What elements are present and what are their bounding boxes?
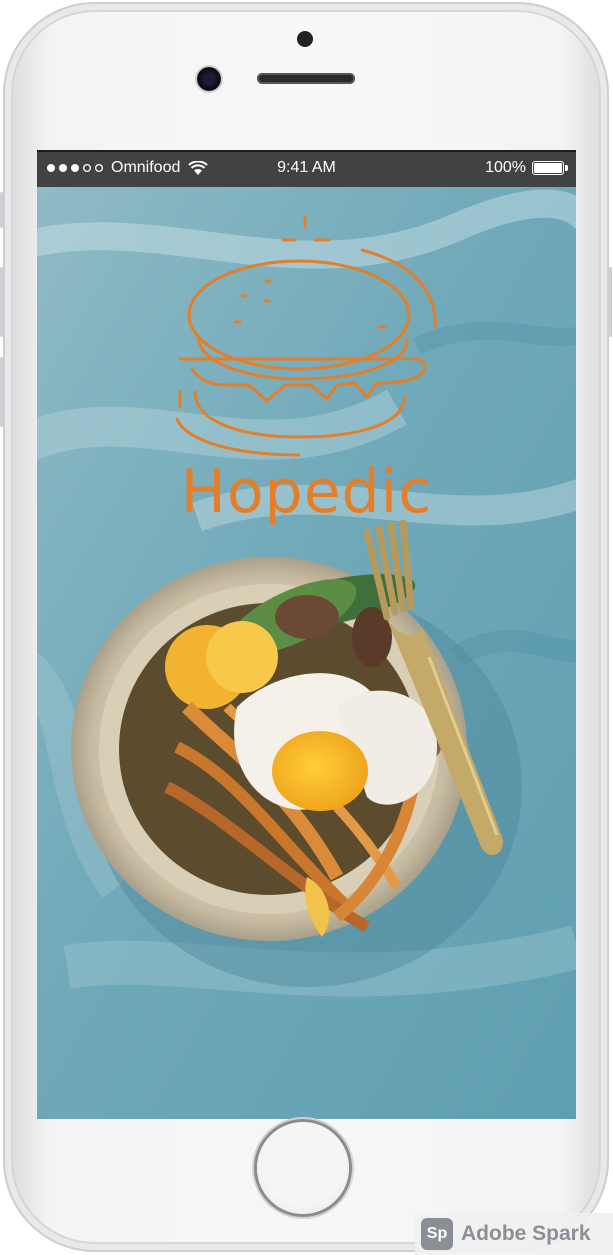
app-screen: Hopedic Omnifood 9:41 AM 100% xyxy=(37,150,576,1119)
earpiece-speaker xyxy=(257,73,355,84)
battery-percent: 100% xyxy=(485,159,526,176)
power-button xyxy=(608,267,612,337)
mute-switch xyxy=(0,192,4,228)
status-right: 100% xyxy=(485,159,568,177)
front-camera xyxy=(197,67,221,91)
adobe-spark-logo-icon: Sp xyxy=(421,1218,453,1250)
watermark-text: Adobe Spark xyxy=(461,1222,591,1245)
brand-name: Hopedic xyxy=(180,457,433,527)
home-button[interactable] xyxy=(257,1122,349,1214)
battery-icon xyxy=(532,161,568,175)
adobe-spark-watermark: Sp Adobe Spark xyxy=(415,1213,613,1255)
top-sensor xyxy=(297,31,313,47)
volume-up-button xyxy=(0,267,4,337)
status-bar: Omnifood 9:41 AM 100% xyxy=(37,150,576,187)
volume-down-button xyxy=(0,357,4,427)
